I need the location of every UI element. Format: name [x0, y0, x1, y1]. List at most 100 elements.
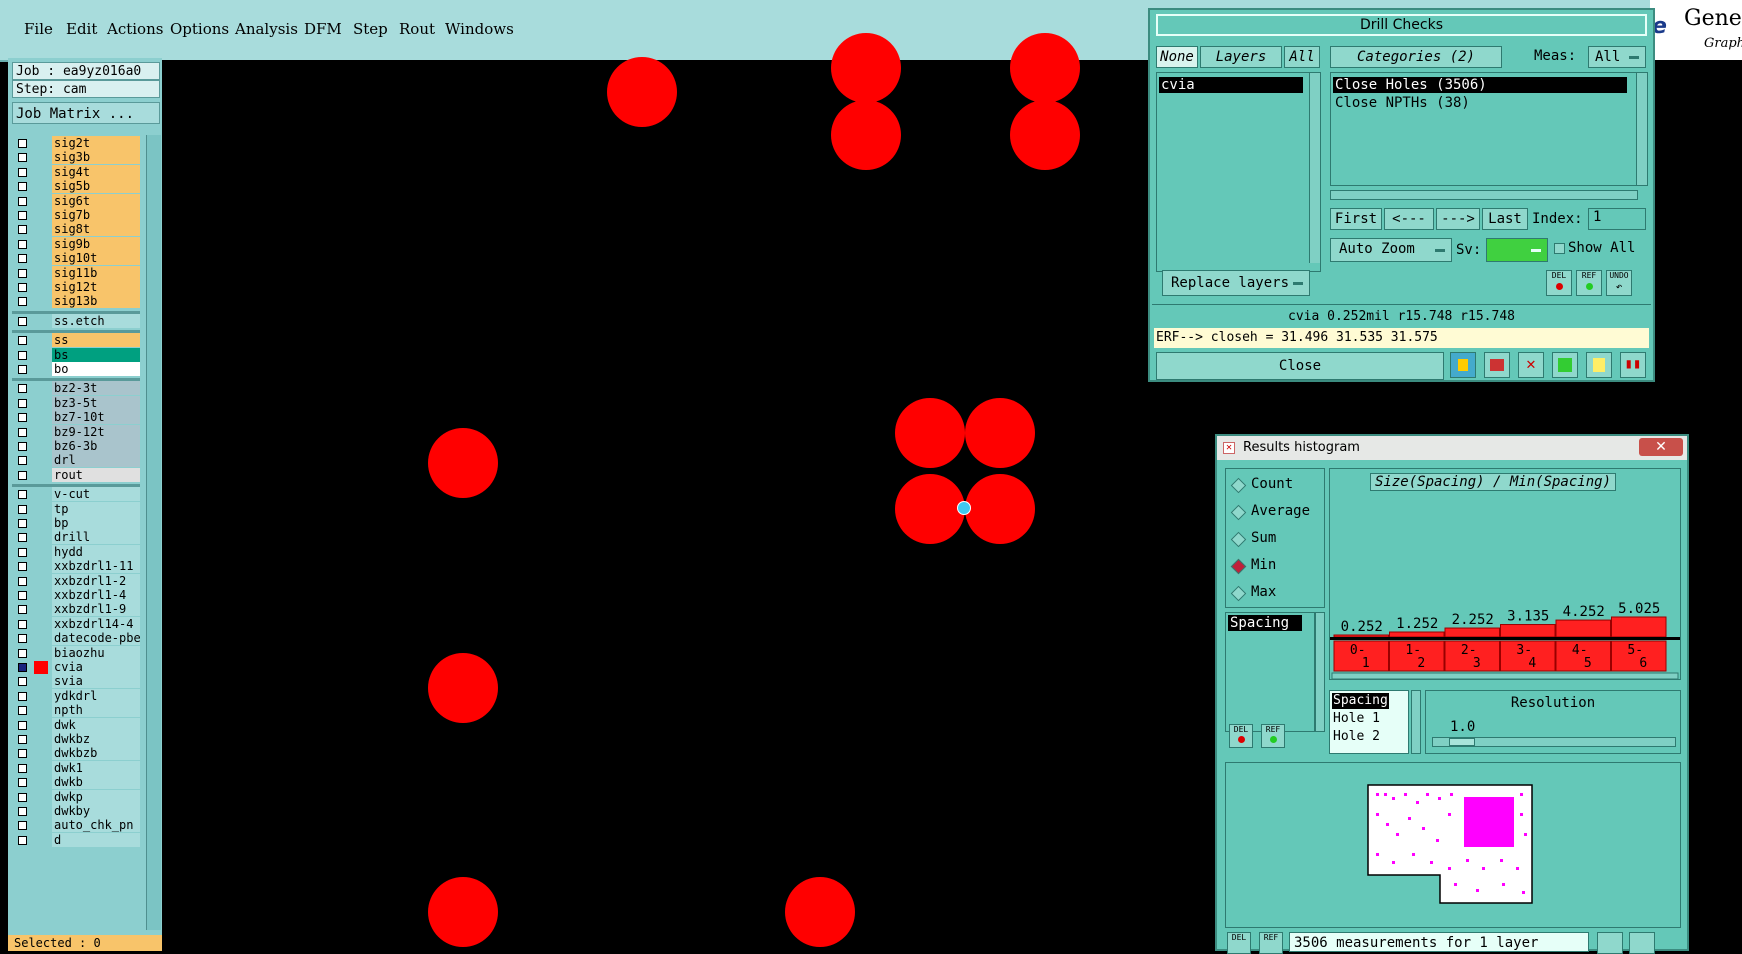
- show-all-checkbox[interactable]: [1554, 243, 1565, 254]
- histogram-bar[interactable]: [1555, 619, 1611, 638]
- field-scrollbar[interactable]: [1315, 612, 1325, 732]
- layer-checkbox[interactable]: [18, 835, 27, 845]
- layer-checkbox[interactable]: [18, 792, 27, 802]
- layer-checkbox[interactable]: [18, 254, 27, 264]
- layers-none-button[interactable]: None: [1156, 46, 1198, 68]
- layer-checkbox[interactable]: [18, 182, 27, 192]
- layer-row-dwkbz[interactable]: dwkbz: [12, 732, 140, 747]
- field-listbox[interactable]: Spacing: [1225, 612, 1315, 732]
- histogram-bar[interactable]: [1444, 627, 1500, 638]
- layer-checkbox[interactable]: [18, 490, 27, 500]
- layer-checkbox[interactable]: [18, 735, 27, 744]
- layer-row-xxbzdrl1-9[interactable]: xxbzdrl1-9: [12, 602, 140, 617]
- layer-row-dwkby[interactable]: dwkby: [12, 804, 140, 819]
- layers-button[interactable]: Layers: [1200, 46, 1282, 68]
- measure-item[interactable]: Hole 2: [1333, 729, 1380, 745]
- layer-row-sig3b[interactable]: sig3b: [12, 150, 140, 165]
- layer-row-sig12t[interactable]: sig12t: [12, 280, 140, 295]
- layer-checkbox[interactable]: [18, 663, 27, 672]
- layer-checkbox[interactable]: [18, 211, 27, 220]
- histogram-bar[interactable]: [1389, 631, 1445, 638]
- measure-listbox[interactable]: Spacing Hole 1 Hole 2: [1329, 690, 1409, 754]
- layer-list-scrollbar[interactable]: [1309, 73, 1320, 263]
- layer-row-dwkp[interactable]: dwkp: [12, 789, 140, 805]
- menu-actions[interactable]: Actions: [107, 20, 163, 38]
- menu-dfm[interactable]: DFM: [304, 20, 342, 38]
- layer-checkbox[interactable]: [18, 605, 27, 615]
- menu-file[interactable]: File: [24, 20, 53, 38]
- layer-row-sig6t[interactable]: sig6t: [12, 193, 140, 209]
- clear-icon[interactable]: ✕: [1518, 352, 1544, 378]
- histogram-bar[interactable]: [1500, 624, 1556, 638]
- layer-checkbox[interactable]: [18, 706, 27, 716]
- layer-checkbox[interactable]: [18, 384, 27, 394]
- layer-checkbox[interactable]: [18, 749, 27, 759]
- layer-checkbox[interactable]: [18, 350, 27, 360]
- menu-options[interactable]: Options: [170, 20, 229, 38]
- layer-row-bz9-12t[interactable]: bz9-12t: [12, 424, 140, 440]
- layer-row-tp[interactable]: tp: [12, 501, 140, 517]
- layer-row-bz7-10t[interactable]: bz7-10t: [12, 410, 140, 425]
- layer-row-ss.etch[interactable]: ss.etch: [12, 313, 140, 329]
- layer-row-auto_chk_pn[interactable]: auto_chk_pn: [12, 818, 140, 833]
- layer-row-d[interactable]: d: [12, 832, 140, 848]
- layer-row-ss[interactable]: ss: [12, 333, 140, 348]
- layer-checkbox[interactable]: [18, 648, 27, 658]
- layer-checkbox[interactable]: [18, 634, 27, 644]
- menu-rout[interactable]: Rout: [399, 20, 435, 38]
- layer-row-xxbzdrl14-4[interactable]: xxbzdrl14-4: [12, 616, 140, 632]
- layer-row-ydkdrl[interactable]: ydkdrl: [12, 688, 140, 704]
- prev-button[interactable]: <---: [1384, 208, 1434, 230]
- layer-row-v-cut[interactable]: v-cut: [12, 487, 140, 502]
- layer-row-sig8t[interactable]: sig8t: [12, 222, 140, 237]
- layer-row-sig9b[interactable]: sig9b: [12, 236, 140, 252]
- category-item[interactable]: Close NPTHs (38): [1335, 95, 1470, 111]
- measure-item[interactable]: Hole 1: [1333, 711, 1380, 727]
- menu-windows[interactable]: Windows: [445, 20, 514, 38]
- ref-button[interactable]: REF: [1576, 270, 1602, 296]
- layer-row-dwkb[interactable]: dwkb: [12, 775, 140, 790]
- layer-row-dwk[interactable]: dwk: [12, 717, 140, 733]
- category-listbox[interactable]: Close Holes (3506) Close NPTHs (38): [1330, 72, 1648, 186]
- layer-row-sig13b[interactable]: sig13b: [12, 294, 140, 309]
- layer-row-sig4t[interactable]: sig4t: [12, 164, 140, 180]
- menu-edit[interactable]: Edit: [66, 20, 97, 38]
- hist-ref-button[interactable]: REF: [1261, 724, 1285, 748]
- layers-all-button[interactable]: All: [1284, 46, 1320, 68]
- undo-button[interactable]: UNDO ↶: [1606, 270, 1632, 296]
- layer-row-sig11b[interactable]: sig11b: [12, 265, 140, 281]
- chart-hscrollbar[interactable]: [1331, 672, 1679, 679]
- report-icon[interactable]: [1484, 352, 1510, 378]
- resolution-slider[interactable]: [1432, 737, 1676, 747]
- sv-dropdown[interactable]: [1486, 238, 1548, 262]
- layer-row-dwkbzb[interactable]: dwkbzb: [12, 746, 140, 761]
- notes-icon[interactable]: [1586, 352, 1612, 378]
- layer-checkbox[interactable]: [18, 225, 27, 235]
- layer-row-drl[interactable]: drl: [12, 453, 140, 468]
- layer-checkbox[interactable]: [18, 365, 27, 374]
- layer-row-sig5b[interactable]: sig5b: [12, 179, 140, 194]
- index-input[interactable]: 1: [1588, 208, 1646, 230]
- layer-checkbox[interactable]: [18, 336, 27, 346]
- layer-row-bz2-3t[interactable]: bz2-3t: [12, 381, 140, 396]
- layer-row-bo[interactable]: bo: [12, 362, 140, 377]
- measure-icon[interactable]: [1450, 352, 1476, 378]
- first-button[interactable]: First: [1330, 208, 1382, 230]
- layer-checkbox[interactable]: [18, 456, 27, 466]
- meas-dropdown[interactable]: All: [1588, 46, 1646, 68]
- resolution-slider-thumb[interactable]: [1449, 738, 1475, 746]
- measure-scrollbar[interactable]: [1411, 690, 1421, 754]
- categories-button[interactable]: Categories (2): [1330, 46, 1502, 68]
- layer-checkbox[interactable]: [18, 533, 27, 543]
- measure-item[interactable]: Spacing: [1332, 693, 1389, 709]
- layer-row-npth[interactable]: npth: [12, 703, 140, 718]
- category-scrollbar[interactable]: [1636, 73, 1647, 185]
- layer-checkbox[interactable]: [18, 427, 27, 437]
- layer-checkbox[interactable]: [18, 519, 27, 528]
- layer-checkbox[interactable]: [18, 413, 27, 423]
- layer-checkbox[interactable]: [18, 547, 27, 557]
- layer-list-scrollbar[interactable]: [146, 135, 161, 930]
- del-button[interactable]: DEL: [1546, 270, 1572, 296]
- layer-row-rout[interactable]: rout: [12, 467, 140, 483]
- layer-row-cvia[interactable]: cvia: [12, 660, 140, 675]
